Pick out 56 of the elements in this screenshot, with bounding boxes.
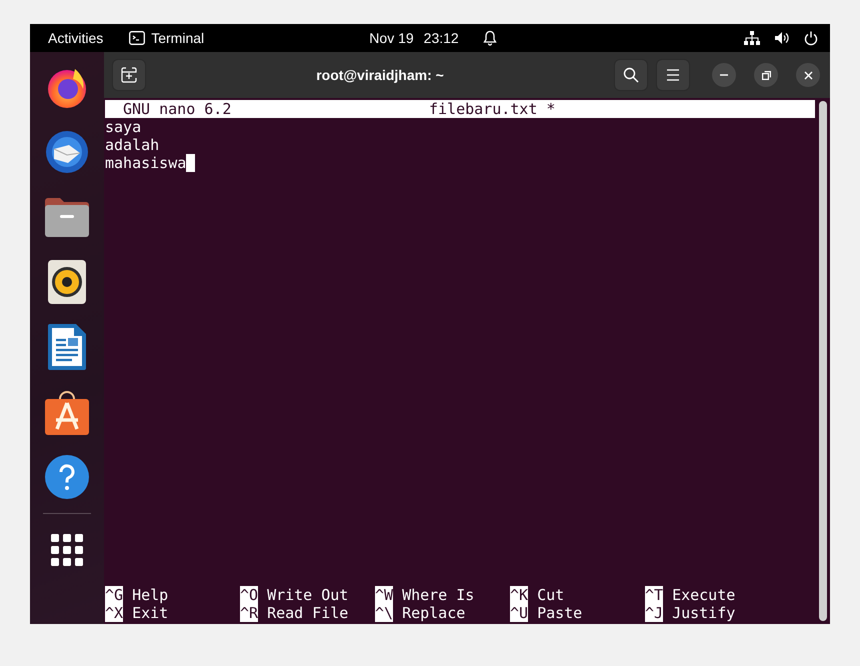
search-button[interactable] xyxy=(614,59,648,91)
shortcut-label: Read File xyxy=(267,604,348,622)
clock-time[interactable]: 23:12 xyxy=(424,30,459,46)
file-name: filebaru.txt * xyxy=(429,100,556,118)
minimize-icon xyxy=(720,74,728,76)
shortcut-label: Paste xyxy=(537,604,582,622)
clock-date[interactable]: Nov 19 xyxy=(369,30,414,46)
shortcut-key: ^O xyxy=(240,586,258,604)
restore-icon xyxy=(762,70,770,80)
close-button[interactable] xyxy=(796,63,820,87)
shortcut-label: Cut xyxy=(537,586,564,604)
editor-version: GNU nano 6.2 xyxy=(123,100,232,118)
search-icon xyxy=(623,67,639,83)
shortcut-label: Replace xyxy=(402,604,466,622)
document-icon[interactable] xyxy=(48,324,86,370)
bell-icon[interactable] xyxy=(482,30,497,46)
new-tab-icon xyxy=(121,67,137,83)
restore-button[interactable] xyxy=(754,63,778,87)
app-grid-icon[interactable] xyxy=(51,534,83,566)
shortcut-key: ^T xyxy=(645,586,664,604)
shortcut-label: Execute xyxy=(672,586,736,604)
shortcut-label: Exit xyxy=(132,604,168,622)
new-tab-button[interactable] xyxy=(112,59,146,91)
shortcut-label: Write Out xyxy=(267,586,348,604)
scrollbar[interactable] xyxy=(819,101,827,621)
minimize-button[interactable] xyxy=(712,63,736,87)
shortcut-key: ^R xyxy=(240,604,258,622)
shortcut-key: ^X xyxy=(105,604,124,622)
menu-icon xyxy=(666,69,680,81)
text-line: adalah xyxy=(105,136,160,154)
shortcut-key: ^W xyxy=(375,586,394,604)
shortcut-label: Justify xyxy=(672,604,736,622)
shopping-bag-icon[interactable] xyxy=(44,389,90,435)
power-icon[interactable] xyxy=(804,30,818,46)
shortcut-label: Where Is xyxy=(402,586,474,604)
shortcut-key: ^U xyxy=(510,604,528,622)
folder-icon[interactable] xyxy=(45,197,89,237)
text-cursor xyxy=(186,154,196,172)
shortcut-key: ^J xyxy=(645,604,664,622)
activities-button[interactable]: Activities xyxy=(48,30,104,46)
shortcut-label: Help xyxy=(132,586,168,604)
close-icon xyxy=(804,70,812,80)
volume-icon[interactable] xyxy=(774,31,790,45)
shortcut-key: ^K xyxy=(510,586,528,604)
shortcut-key: ^G xyxy=(105,586,124,604)
app-menu-label[interactable]: Terminal xyxy=(151,30,204,46)
terminal-icon xyxy=(129,31,146,45)
mail-icon[interactable] xyxy=(44,129,90,175)
window-title: root@viraidjham: ~ xyxy=(315,67,445,83)
text-line: saya xyxy=(105,118,142,136)
network-icon[interactable] xyxy=(744,31,760,45)
speaker-icon[interactable] xyxy=(48,260,86,304)
help-icon[interactable] xyxy=(45,455,89,499)
text-line: mahasiswa xyxy=(105,154,186,172)
shortcut-key: ^\ xyxy=(375,604,394,622)
menu-button[interactable] xyxy=(656,59,690,91)
